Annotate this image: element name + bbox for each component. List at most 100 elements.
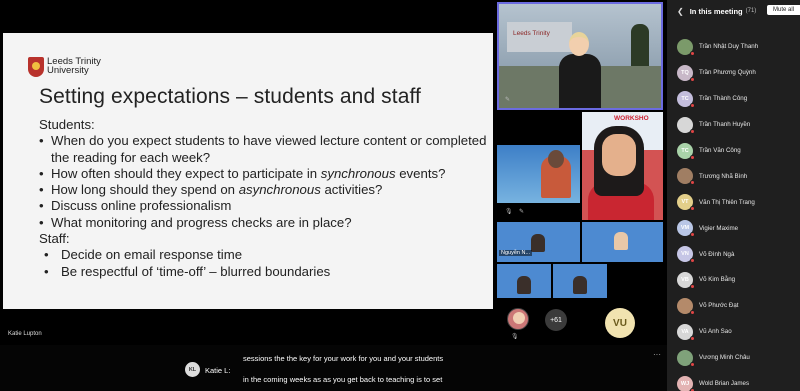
muted-indicator-icon <box>690 283 695 289</box>
video-tile-presenter[interactable]: Leeds Trinity ✎ <box>497 2 663 110</box>
video-tile-participant[interactable] <box>582 222 663 262</box>
staff-heading: Staff: <box>39 231 70 247</box>
panel-header: ❮ In this meeting (71) Mute all <box>667 0 800 22</box>
list-item: When do you expect students to have view… <box>39 133 489 166</box>
participant-item[interactable]: Trương Nhã Bình <box>667 163 800 189</box>
video-tile-participant[interactable] <box>497 264 551 298</box>
shared-content-stage: Leeds Trinity University Setting expecta… <box>0 0 497 345</box>
list-item: Discuss online professionalism <box>39 198 489 215</box>
muted-indicator-icon <box>690 128 695 134</box>
participant-name: Vương Minh Châu <box>699 354 750 362</box>
item-tail: activities? <box>320 182 383 198</box>
pin-icon[interactable]: ✎ <box>505 96 510 103</box>
participant-name: Trần Văn Công <box>699 147 741 154</box>
mic-icon: 🎙 <box>511 334 519 340</box>
avatar-initials: VN <box>681 251 689 258</box>
participant-item[interactable]: WJ Wold Brian James <box>667 371 800 391</box>
figure-body <box>559 54 601 108</box>
figure-head <box>548 150 564 168</box>
participant-name: Võ Phước Đạt <box>699 302 739 310</box>
video-tile-participant[interactable] <box>553 264 607 298</box>
avatar: VT <box>677 194 695 212</box>
participant-name: Trương Nhã Bình <box>699 172 748 180</box>
participant-item[interactable]: Võ Phước Đạt <box>667 293 800 319</box>
item-emphasis: asynchronous <box>238 182 321 198</box>
participant-name: Võ Đình Ngà <box>699 250 735 258</box>
logo-line2: University <box>47 65 89 76</box>
item-text: How often should they expect to particip… <box>51 165 321 181</box>
participant-item[interactable]: TC Trần Văn Công <box>667 138 800 164</box>
item-text: How long should they spend on <box>51 182 239 198</box>
avatar: VM <box>677 220 695 238</box>
video-tile-participant[interactable]: 🎙 ✎ <box>497 112 580 220</box>
figure-head <box>602 134 636 176</box>
list-item: How long should they spend on asynchrono… <box>39 182 489 199</box>
avatar[interactable] <box>507 308 529 330</box>
avatar-initials: WJ <box>680 380 690 387</box>
avatar <box>677 168 695 186</box>
caption-line: sessions the the key for your work for y… <box>243 354 444 363</box>
live-caption-bar <box>0 345 667 391</box>
participant-item[interactable]: VN Võ Đình Ngà <box>667 241 800 267</box>
avatar: VA <box>677 323 695 341</box>
avatar-initials[interactable]: VU <box>605 308 635 338</box>
video-tile-participant[interactable]: Nguyễn N... <box>497 222 580 262</box>
muted-indicator-icon <box>690 76 695 82</box>
participant-item[interactable]: Trần Thanh Huyền <box>667 112 800 138</box>
presentation-slide: Leeds Trinity University Setting expecta… <box>3 33 493 309</box>
more-participants-button[interactable]: +61 <box>545 309 567 331</box>
participant-name: Trần Thanh Huyền <box>699 121 751 129</box>
slide-body: Students: When do you expect students to… <box>39 117 489 280</box>
figure-head <box>569 32 589 56</box>
participant-name: Vigier Maxime <box>699 224 739 232</box>
caption-line: in the coming weeks as as you get back t… <box>243 375 443 384</box>
logo-text: Leeds Trinity University <box>47 57 101 76</box>
avatar: VN <box>677 246 695 264</box>
participant-item[interactable]: Trần Nhật Duy Thanh <box>667 34 800 60</box>
avatar-initials: TQ <box>681 69 689 76</box>
figure-shape <box>531 234 545 252</box>
list-item: Be respectful of ‘time-off’ – blurred bo… <box>39 264 489 281</box>
student-list: When do you expect students to have view… <box>39 133 489 231</box>
participant-count: (71) <box>745 8 757 14</box>
avatar <box>677 116 695 134</box>
list-item: What monitoring and progress checks are … <box>39 215 489 232</box>
participants-panel: ❮ In this meeting (71) Mute all Trần Nhậ… <box>667 0 800 391</box>
participant-item[interactable]: VT Văn Thị Thiên Trang <box>667 189 800 215</box>
avatar: TQ <box>677 64 695 82</box>
participant-name: Văn Thị Thiên Trang <box>699 198 755 206</box>
list-item: How often should they expect to particip… <box>39 165 489 183</box>
muted-indicator-icon <box>690 206 695 212</box>
video-tile-speaker[interactable]: WORKSHO <box>582 112 663 220</box>
participant-name: Trần Phương Quỳnh <box>699 69 756 77</box>
more-options-icon[interactable]: ··· <box>653 350 661 359</box>
chevron-left-icon[interactable]: ❮ <box>677 7 684 16</box>
participant-thumbnails: +61 VU 🎙 <box>497 300 667 345</box>
avatar-initials: VT <box>681 199 689 206</box>
avatar-initials: TC <box>681 147 689 154</box>
avatar <box>677 349 695 367</box>
pin-icon: ✎ <box>519 209 525 215</box>
muted-indicator-icon <box>690 154 695 160</box>
muted-indicator-icon <box>690 180 695 186</box>
participant-item[interactable]: TC Trần Thành Công <box>667 86 800 112</box>
panel-title: In this meeting <box>689 6 743 16</box>
avatar <box>677 38 695 56</box>
participant-name: Trần Thành Công <box>699 95 748 103</box>
crest-icon <box>28 57 44 77</box>
presenter-name: Katie Lupton <box>8 331 42 337</box>
participant-item[interactable]: TQ Trần Phương Quỳnh <box>667 60 800 86</box>
avatar: WJ <box>677 375 695 391</box>
participant-item[interactable]: VA Vũ Anh Sao <box>667 319 800 345</box>
muted-indicator-icon <box>690 335 695 341</box>
banner-text: WORKSHO <box>614 115 649 122</box>
participant-item[interactable]: VM Vigier Maxime <box>667 215 800 241</box>
students-heading: Students: <box>39 117 95 132</box>
participant-item[interactable]: VB Võ Kim Bằng <box>667 267 800 293</box>
university-logo: Leeds Trinity University <box>28 57 101 77</box>
figure-shape <box>614 232 628 250</box>
mute-all-button[interactable]: Mute all <box>766 5 800 15</box>
participant-item[interactable]: Vương Minh Châu <box>667 345 800 371</box>
caption-speaker-name: Katie L: <box>205 366 231 375</box>
building-sign: Leeds Trinity <box>513 30 550 37</box>
